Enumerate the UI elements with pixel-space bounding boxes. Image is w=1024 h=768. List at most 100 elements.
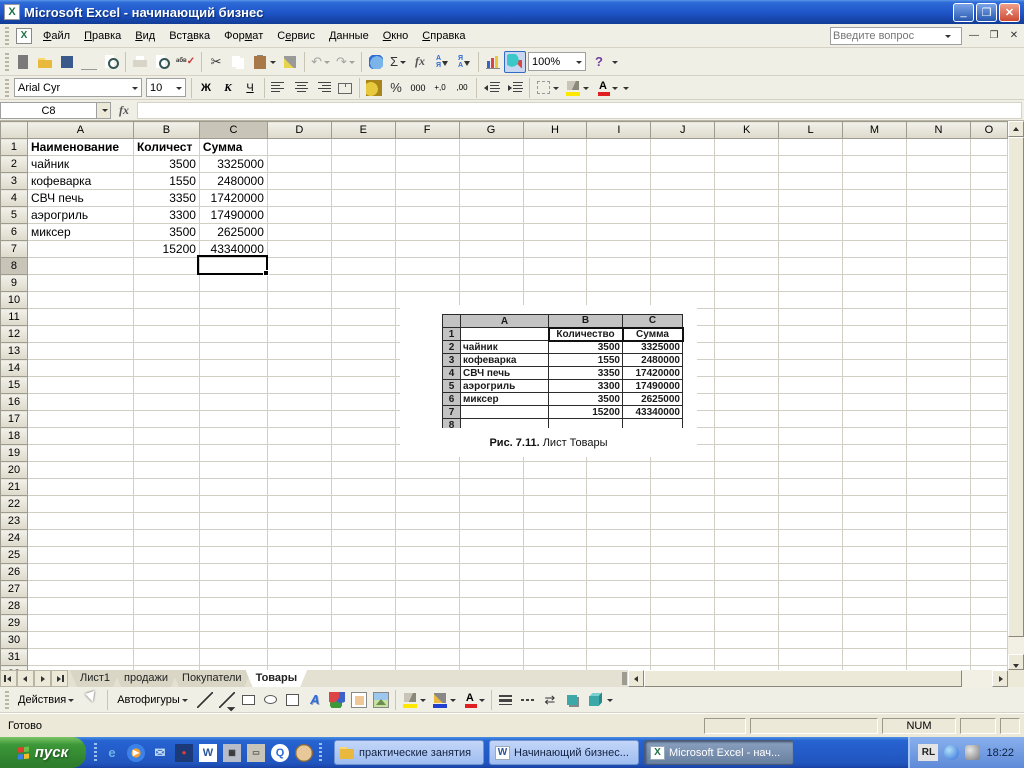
open-button[interactable]: [34, 51, 56, 73]
cell-K2[interactable]: [714, 155, 780, 173]
row-header-17[interactable]: 17: [0, 410, 28, 428]
row-header-22[interactable]: 22: [0, 495, 28, 513]
cell-K26[interactable]: [714, 563, 780, 581]
cell-C27[interactable]: [199, 580, 268, 598]
outlook-express-icon[interactable]: ✉: [151, 744, 169, 762]
sheet-tab-0[interactable]: Лист1: [70, 670, 120, 687]
chevron-down-icon[interactable]: [575, 60, 582, 67]
cell-L24[interactable]: [778, 529, 844, 547]
cell-D15[interactable]: [267, 376, 332, 394]
cell-H24[interactable]: [523, 529, 588, 547]
cell-E11[interactable]: [331, 308, 396, 326]
cell-J1[interactable]: [650, 138, 716, 156]
cell-F2[interactable]: [395, 155, 460, 173]
cell-B10[interactable]: [133, 291, 200, 309]
cell-H26[interactable]: [523, 563, 588, 581]
taskbar-task-0[interactable]: практические занятия: [334, 740, 484, 765]
cell-L5[interactable]: [778, 206, 844, 224]
cell-C9[interactable]: [199, 274, 268, 292]
vertical-scroll-thumb[interactable]: [1008, 137, 1024, 637]
menu-item-5[interactable]: Сервис: [270, 27, 322, 45]
cell-M7[interactable]: [842, 240, 907, 258]
cell-G23[interactable]: [459, 512, 524, 530]
cell-D11[interactable]: [267, 308, 332, 326]
cell-F27[interactable]: [395, 580, 460, 598]
cell-L16[interactable]: [778, 393, 844, 411]
toolbar-grip[interactable]: [5, 26, 9, 45]
cell-C12[interactable]: [199, 325, 268, 343]
cell-A14[interactable]: [27, 359, 134, 377]
row-header-1[interactable]: 1: [0, 138, 28, 156]
language-indicator[interactable]: RL: [918, 744, 939, 761]
comma-style-button[interactable]: 000: [407, 77, 429, 99]
toolbar-options-icon[interactable]: [623, 86, 629, 93]
question-input[interactable]: [833, 29, 943, 42]
cell-I1[interactable]: [586, 138, 652, 156]
cell-A2[interactable]: чайник: [27, 155, 134, 173]
row-header-14[interactable]: 14: [0, 359, 28, 377]
cell-D12[interactable]: [267, 325, 332, 343]
cell-C5[interactable]: 17490000: [199, 206, 268, 224]
cell-C1[interactable]: Сумма: [199, 138, 268, 156]
fill-color-button[interactable]: [562, 77, 592, 99]
cell-C11[interactable]: [199, 308, 268, 326]
tray-network-icon[interactable]: [944, 745, 960, 760]
cell-D28[interactable]: [267, 597, 332, 615]
arrow-button[interactable]: [216, 689, 238, 711]
cell-G2[interactable]: [459, 155, 524, 173]
cell-K8[interactable]: [714, 257, 780, 275]
zoom-combo[interactable]: 100%: [527, 52, 586, 71]
cell-B4[interactable]: 3350: [133, 189, 200, 207]
cell-B6[interactable]: 3500: [133, 223, 200, 241]
oval-button[interactable]: [260, 689, 282, 711]
cell-E29[interactable]: [331, 614, 396, 632]
cell-N14[interactable]: [906, 359, 971, 377]
cell-O23[interactable]: [970, 512, 1008, 530]
cell-J4[interactable]: [650, 189, 716, 207]
menu-item-3[interactable]: Вставка: [162, 27, 217, 45]
menu-item-6[interactable]: Данные: [322, 27, 376, 45]
cell-C24[interactable]: [199, 529, 268, 547]
cell-L8[interactable]: [778, 257, 844, 275]
cell-N29[interactable]: [906, 614, 971, 632]
row-header-19[interactable]: 19: [0, 444, 28, 462]
cell-B8[interactable]: [133, 257, 200, 275]
cell-L22[interactable]: [778, 495, 844, 513]
chevron-down-icon[interactable]: [612, 86, 618, 93]
cell-O31[interactable]: [970, 648, 1008, 666]
cell-N17[interactable]: [906, 410, 971, 428]
cell-E16[interactable]: [331, 393, 396, 411]
cell-E24[interactable]: [331, 529, 396, 547]
col-header-N[interactable]: N: [905, 121, 971, 139]
cell-O17[interactable]: [970, 410, 1008, 428]
row-header-27[interactable]: 27: [0, 580, 28, 598]
col-header-C[interactable]: C: [198, 121, 268, 139]
cell-O3[interactable]: [970, 172, 1008, 190]
row-header-6[interactable]: 6: [0, 223, 28, 241]
cell-H31[interactable]: [523, 648, 588, 666]
horizontal-scroll-track[interactable]: [962, 670, 992, 687]
cell-D27[interactable]: [267, 580, 332, 598]
cell-H30[interactable]: [523, 631, 588, 649]
cell-A8[interactable]: [27, 257, 134, 275]
clip-art-button[interactable]: [348, 689, 370, 711]
window-minimize-small[interactable]: —: [966, 28, 982, 44]
format-painter-button[interactable]: [279, 51, 301, 73]
cell-O1[interactable]: [970, 138, 1008, 156]
cell-N18[interactable]: [906, 427, 971, 445]
cell-C3[interactable]: 2480000: [199, 172, 268, 190]
cell-J8[interactable]: [650, 257, 716, 275]
cell-D13[interactable]: [267, 342, 332, 360]
cell-C21[interactable]: [199, 478, 268, 496]
cell-A27[interactable]: [27, 580, 134, 598]
cell-N26[interactable]: [906, 563, 971, 581]
cell-E7[interactable]: [331, 240, 396, 258]
cell-B1[interactable]: Количест: [133, 138, 200, 156]
cell-L17[interactable]: [778, 410, 844, 428]
cell-E22[interactable]: [331, 495, 396, 513]
cell-B14[interactable]: [133, 359, 200, 377]
cell-N1[interactable]: [906, 138, 971, 156]
cell-O9[interactable]: [970, 274, 1008, 292]
decrease-indent-button[interactable]: [480, 77, 503, 99]
cell-H9[interactable]: [523, 274, 588, 292]
